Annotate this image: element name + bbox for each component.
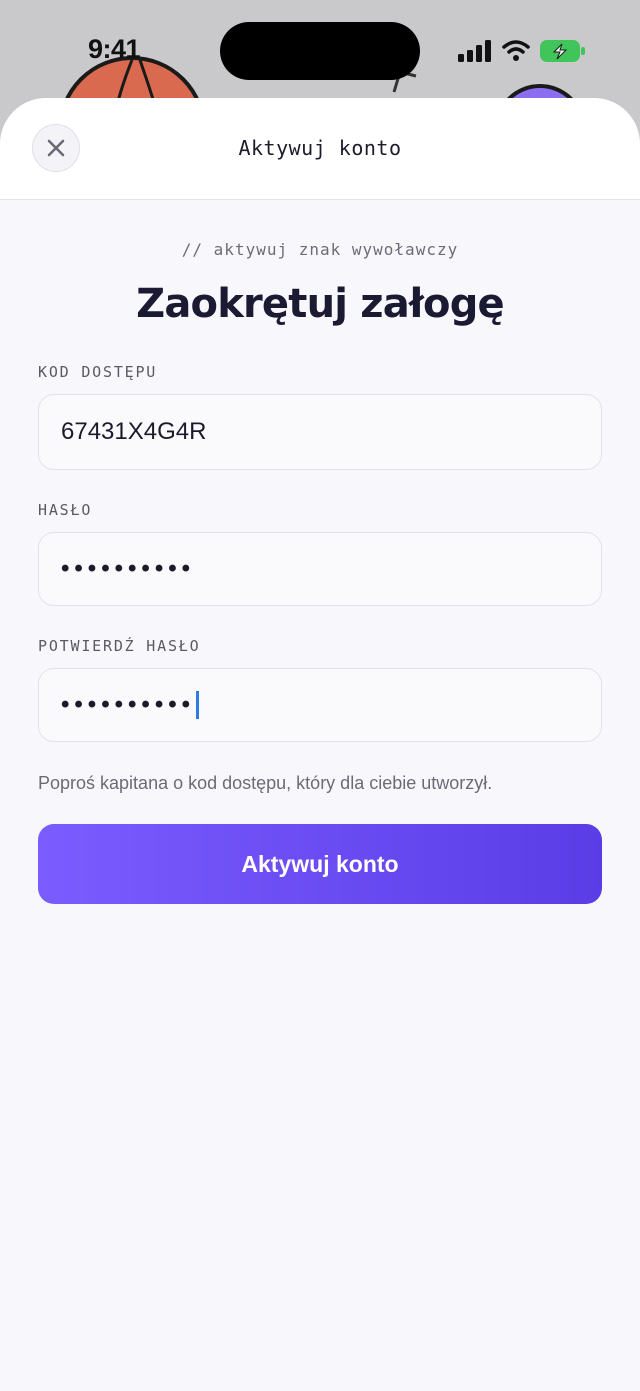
status-icons bbox=[458, 38, 586, 64]
access-code-label: KOD DOSTĘPU bbox=[38, 363, 158, 381]
confirm-password-input[interactable]: •••••••••• bbox=[38, 668, 602, 742]
sheet-header: Aktywuj konto bbox=[0, 98, 640, 200]
text-caret bbox=[196, 691, 200, 719]
password-value: •••••••••• bbox=[61, 555, 196, 582]
status-time: 9:41 bbox=[88, 34, 141, 64]
confirm-password-value: •••••••••• bbox=[61, 691, 196, 718]
access-code-value: 67431X4G4R bbox=[61, 418, 207, 445]
dynamic-island bbox=[220, 22, 420, 80]
form-subtitle: // aktywuj znak wywoławczy bbox=[181, 240, 459, 259]
access-code-group: KOD DOSTĘPU 67431X4G4R bbox=[38, 362, 602, 470]
battery-charging-icon bbox=[540, 40, 585, 62]
access-code-hint: Poproś kapitana o kod dostępu, który dla… bbox=[38, 773, 493, 793]
confirm-password-group: POTWIERDŹ HASŁO •••••••••• bbox=[38, 636, 602, 742]
activation-form: // aktywuj znak wywoławczy Zaokrętuj zał… bbox=[38, 240, 602, 904]
access-code-input[interactable]: 67431X4G4R bbox=[38, 394, 602, 470]
wifi-icon bbox=[502, 40, 530, 61]
confirm-password-label: POTWIERDŹ HASŁO bbox=[38, 637, 201, 655]
sheet-title: Aktywuj konto bbox=[238, 136, 402, 160]
form-headline: Zaokrętuj załogę bbox=[136, 281, 505, 327]
activate-account-button[interactable]: Aktywuj konto bbox=[38, 824, 602, 904]
password-group: HASŁO •••••••••• bbox=[38, 500, 602, 606]
cellular-signal-icon bbox=[458, 40, 491, 62]
password-label: HASŁO bbox=[38, 501, 93, 519]
password-input[interactable]: •••••••••• bbox=[38, 532, 602, 606]
activation-sheet: Aktywuj konto // aktywuj znak wywoławczy… bbox=[0, 98, 640, 1391]
